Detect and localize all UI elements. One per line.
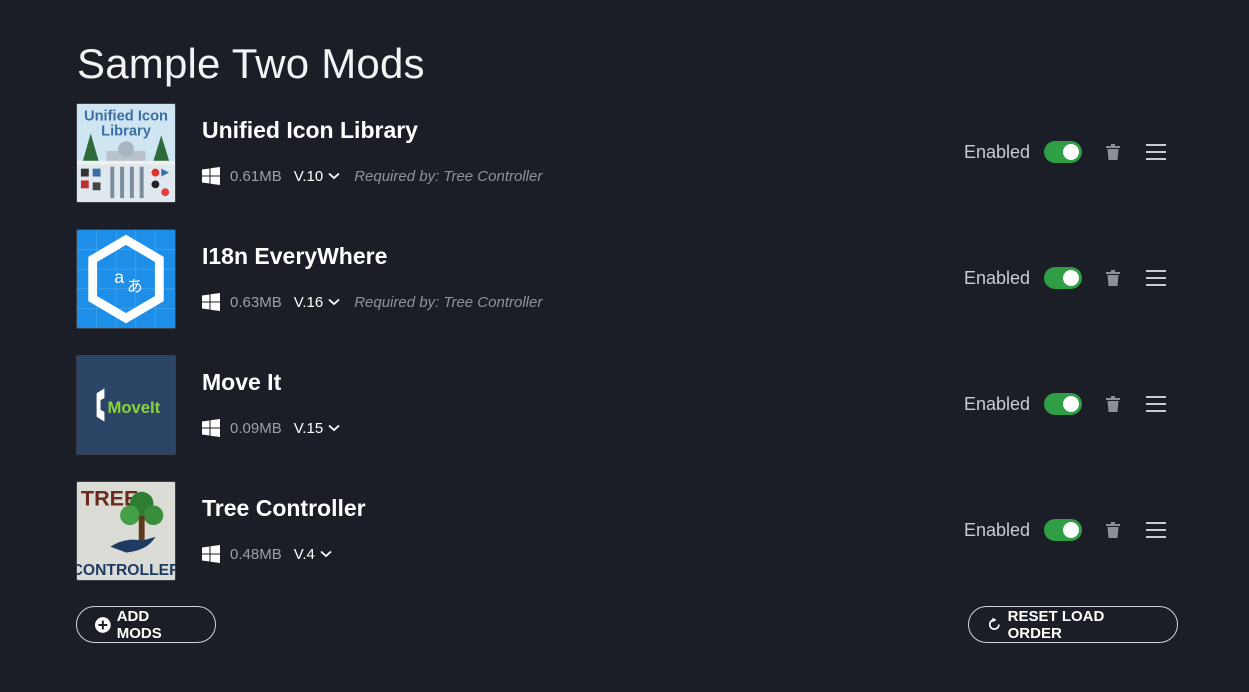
drag-handle-icon[interactable]	[1146, 396, 1166, 412]
mod-thumbnail-unified-icon-library: Unified Icon Library	[76, 103, 176, 203]
svg-text:あ: あ	[127, 277, 143, 296]
windows-icon	[202, 167, 220, 185]
svg-text:CONTROLLER: CONTROLLER	[77, 562, 175, 579]
mod-row: MoveIt Move It 0.09MB V.15 Enabled	[76, 355, 1166, 457]
svg-text:MoveIt: MoveIt	[107, 398, 160, 417]
trash-icon[interactable]	[1106, 396, 1120, 412]
chevron-down-icon	[328, 172, 340, 180]
toggle-knob	[1063, 396, 1079, 412]
version-dropdown[interactable]: V.4	[294, 546, 332, 563]
plus-circle-icon	[95, 616, 111, 633]
reset-load-order-label: RESET LOAD ORDER	[1007, 607, 1105, 642]
page-title: Sample Two Mods	[77, 40, 425, 87]
mod-name: I18n EveryWhere	[202, 243, 388, 269]
status-label: Enabled	[963, 519, 1030, 540]
status-label: Enabled	[963, 141, 1030, 162]
mod-name: Tree Controller	[202, 495, 366, 521]
mod-row: a あ I18n EveryWhere 0.63MB V.16 Required…	[76, 229, 1166, 331]
status-label: Enabled	[963, 393, 1030, 414]
mod-meta: 0.48MB V.4	[202, 541, 346, 567]
version-label: V.15	[293, 419, 324, 437]
required-by-text: Required by: Tree Controller	[354, 293, 543, 311]
version-label: V.10	[293, 167, 324, 185]
mod-row: TREE CONTROLLER Tree Controller 0.48MB V…	[76, 481, 1166, 583]
mod-size: 0.63MB	[230, 293, 282, 311]
mod-list: Unified Icon Library Unified Icon Librar…	[76, 103, 1166, 607]
required-by-text: Required by: Tree Controller	[354, 167, 543, 185]
mod-thumbnail-tree-controller: TREE CONTROLLER	[76, 481, 176, 581]
mod-meta: 0.61MB V.10 Required by: Tree Controller	[202, 163, 542, 189]
enable-toggle[interactable]	[1044, 267, 1082, 289]
status-label: Enabled	[963, 267, 1030, 288]
mod-size: 0.09MB	[230, 419, 282, 437]
chevron-down-icon	[328, 298, 340, 306]
mod-name: Unified Icon Library	[202, 117, 418, 143]
version-dropdown[interactable]: V.10	[294, 168, 340, 185]
mod-row: Unified Icon Library Unified Icon Librar…	[76, 103, 1166, 205]
enable-toggle[interactable]	[1044, 141, 1082, 163]
enable-toggle[interactable]	[1044, 393, 1082, 415]
version-label: V.4	[293, 545, 315, 563]
trash-icon[interactable]	[1106, 144, 1120, 160]
mod-name: Move It	[202, 369, 282, 395]
reset-load-order-button[interactable]: RESET LOAD ORDER	[968, 606, 1178, 643]
toggle-knob	[1063, 522, 1079, 538]
svg-text:a: a	[114, 267, 124, 287]
mod-controls: Enabled	[964, 387, 1166, 421]
mod-meta: 0.09MB V.15	[202, 415, 354, 441]
windows-icon	[202, 293, 220, 311]
chevron-down-icon	[320, 550, 332, 558]
chevron-down-icon	[328, 424, 340, 432]
add-mods-button[interactable]: ADD MODS	[76, 606, 216, 643]
trash-icon[interactable]	[1106, 270, 1120, 286]
refresh-icon	[988, 617, 1000, 630]
trash-icon[interactable]	[1106, 522, 1120, 538]
windows-icon	[202, 545, 220, 563]
mod-size: 0.48MB	[230, 545, 282, 563]
mod-size: 0.61MB	[230, 167, 282, 185]
drag-handle-icon[interactable]	[1146, 522, 1166, 538]
drag-handle-icon[interactable]	[1146, 270, 1166, 286]
mod-controls: Enabled	[964, 261, 1166, 295]
windows-icon	[202, 419, 220, 437]
version-label: V.16	[293, 293, 324, 311]
mod-thumbnail-move-it: MoveIt	[76, 355, 176, 455]
toggle-knob	[1063, 144, 1079, 160]
mod-thumbnail-i18n-everywhere: a あ	[76, 229, 176, 329]
add-mods-label: ADD MODS	[116, 607, 162, 642]
svg-text:Unified Icon: Unified Icon	[84, 109, 168, 125]
enable-toggle[interactable]	[1044, 519, 1082, 541]
version-dropdown[interactable]: V.15	[294, 420, 340, 437]
svg-text:Library: Library	[101, 123, 152, 139]
mod-controls: Enabled	[964, 513, 1166, 547]
toggle-knob	[1063, 270, 1079, 286]
mod-controls: Enabled	[964, 135, 1166, 169]
drag-handle-icon[interactable]	[1146, 144, 1166, 160]
version-dropdown[interactable]: V.16	[294, 294, 340, 311]
mod-meta: 0.63MB V.16 Required by: Tree Controller	[202, 289, 542, 315]
